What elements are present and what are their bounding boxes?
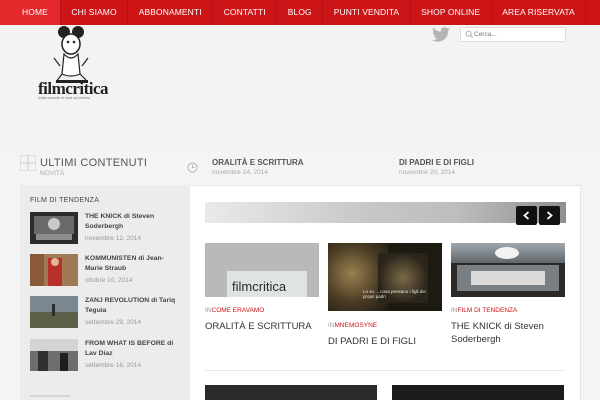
latest-heading: ULTIMI CONTENUTI	[40, 157, 148, 169]
post-card-image	[451, 243, 565, 297]
twitter-icon[interactable]	[432, 27, 450, 42]
chevron-left-icon	[523, 211, 530, 220]
grid-icon	[20, 155, 36, 171]
post-card-category[interactable]: INFILM DI TENDENZA	[451, 307, 517, 314]
search-icon	[465, 30, 474, 39]
nav-item-shop-online[interactable]: SHOP ONLINE	[411, 0, 492, 25]
sidebar-post[interactable]: ZANJ REVOLUTION di Tariq Teguia settembr…	[30, 296, 180, 330]
sidebar-post[interactable]: KOMMUNISTEN di Jean-Marie Straub ottobre…	[30, 254, 180, 288]
slider-prev-button[interactable]	[516, 206, 537, 225]
post-card-title[interactable]: DI PADRI E DI FIGLI	[328, 335, 442, 348]
sidebar-post[interactable]: THE KNICK di Steven Soderbergh novembre …	[30, 212, 180, 246]
post-card-image[interactable]	[205, 385, 377, 400]
sidebar-post-date: settembre 16, 2014	[85, 362, 142, 369]
latest-post-date: novembre 20, 2014	[399, 169, 456, 176]
post-card-title[interactable]: ORALITÀ E SCRITTURA	[205, 320, 319, 333]
latest-post-title[interactable]: DI PADRI E DI FIGLI	[399, 158, 474, 167]
search-box[interactable]	[460, 27, 566, 42]
subtitle-caption: Lo so ... cosa pensano i figli dei propr…	[363, 289, 426, 299]
chevron-right-icon	[546, 211, 553, 220]
logo-tagline: rivista mensile di studi sul cinema	[38, 96, 90, 100]
nav-item-contatti[interactable]: CONTATTI	[213, 0, 278, 25]
post-thumbnail	[30, 254, 78, 286]
sidebar-post-date: settembre 29, 2014	[85, 319, 142, 326]
nav-item-punti-vendita[interactable]: PUNTI VENDITA	[323, 0, 411, 25]
post-card-image: Lo so ... cosa pensano i figli dei propr…	[328, 243, 442, 311]
sidebar-post-title[interactable]: ZANJ REVOLUTION di Tariq Teguia	[85, 296, 180, 316]
sidebar-heading: FILM DI TENDENZA	[30, 197, 100, 204]
post-card-title[interactable]: THE KNICK di Steven Soderbergh	[451, 320, 565, 346]
latest-post-date: novembre 24, 2014	[212, 169, 269, 176]
post-card-image: filmcritica	[205, 243, 319, 297]
latest-post-title[interactable]: ORALITÀ E SCRITTURA	[212, 158, 304, 167]
section-divider	[205, 370, 566, 371]
post-thumbnail	[30, 296, 78, 328]
search-input[interactable]	[474, 29, 564, 40]
post-card-category[interactable]: INMNEMOSYNE	[328, 322, 377, 329]
clock-icon	[187, 162, 198, 173]
sidebar-post-title[interactable]: THE KNICK di Steven Soderbergh	[85, 212, 180, 232]
post-thumbnail	[30, 212, 78, 244]
sidebar-post-date: novembre 12, 2014	[85, 235, 142, 242]
sidebar-post-title[interactable]: FROM WHAT IS BEFORE di Lav Diaz	[85, 339, 180, 359]
sidebar-divider	[30, 395, 70, 397]
nav-item-abbonamenti[interactable]: ABBONAMENTI	[128, 0, 214, 25]
featured-slider[interactable]	[205, 202, 566, 223]
logo-mascot-icon[interactable]	[36, 22, 106, 122]
post-card-image-text: filmcritica	[232, 279, 287, 294]
post-card-category[interactable]: INCOME ERAVAMO	[205, 307, 264, 314]
sidebar-post[interactable]: FROM WHAT IS BEFORE di Lav Diaz settembr…	[30, 339, 180, 373]
nav-item-blog[interactable]: BLOG	[277, 0, 324, 25]
nav-item-area-riservata[interactable]: AREA RISERVATA	[492, 0, 587, 25]
slider-next-button[interactable]	[539, 206, 560, 225]
post-card-image[interactable]	[392, 385, 564, 400]
sidebar-post-title[interactable]: KOMMUNISTEN di Jean-Marie Straub	[85, 254, 180, 274]
latest-subheading: NOVITÀ	[40, 170, 65, 177]
post-thumbnail	[30, 339, 78, 371]
sidebar-post-date: ottobre 10, 2014	[85, 277, 133, 284]
